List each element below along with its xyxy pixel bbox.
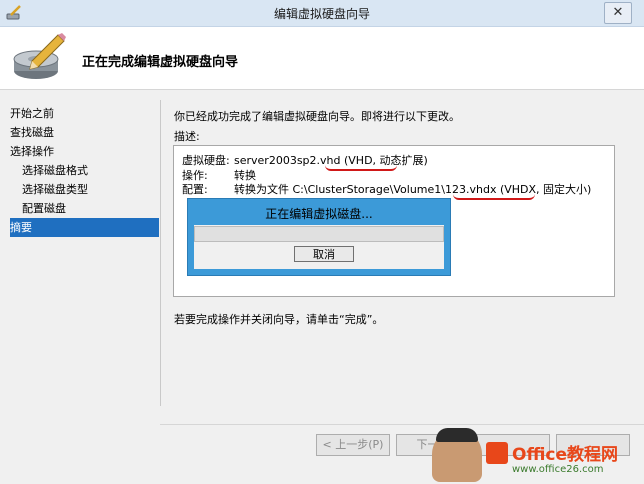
watermark-title: Office教程网 [512,445,619,465]
nav-item-choose-format[interactable]: 选择磁盘格式 [10,161,159,180]
nav-item-configure-disk[interactable]: 配置磁盘 [10,199,159,218]
summary-key: 配置: [182,183,208,196]
office-logo-icon [486,442,508,464]
nav-item-choose-action[interactable]: 选择操作 [10,142,159,161]
progress-dialog-body: 取消 [194,225,444,269]
progress-cancel-button[interactable]: 取消 [294,246,354,262]
watermark-avatar-hair [436,428,478,442]
wizard-header: 正在完成编辑虚拟硬盘向导 [0,27,644,90]
progress-dialog: 正在编辑虚拟磁盘... 取消 [187,198,451,276]
summary-key: 虚拟硬盘: [182,154,230,167]
nav-item-summary[interactable]: 摘要 [10,218,159,237]
watermark-url: www.office26.com [512,464,604,475]
red-annotation-underline [325,165,397,171]
page-title: 正在完成编辑虚拟硬盘向导 [82,55,239,70]
description-label: 描述: [174,130,200,143]
close-button[interactable]: ✕ [604,2,632,24]
nav-item-choose-type[interactable]: 选择磁盘类型 [10,180,159,199]
nav-item-locate-disk[interactable]: 查找磁盘 [10,123,159,142]
red-annotation-underline [453,194,535,200]
progress-dialog-title: 正在编辑虚拟磁盘... [265,207,373,221]
window-title: 编辑虚拟硬盘向导 [273,7,370,21]
wizard-window: 编辑虚拟硬盘向导 ✕ 正在完成编辑虚拟硬盘向导 开始之前 查找磁盘 选择操作 选… [0,0,644,484]
nav-item-before-you-begin[interactable]: 开始之前 [10,104,159,123]
footer-divider [160,424,644,425]
wizard-steps-nav: 开始之前 查找磁盘 选择操作 选择磁盘格式 选择磁盘类型 配置磁盘 摘要 [10,104,159,237]
disk-wizard-icon [13,33,66,79]
nav-divider [160,100,161,406]
progress-bar [194,226,444,242]
summary-value: 转换为文件 C:\ClusterStorage\Volume1\123.vhdx… [234,183,592,196]
finish-note: 若要完成操作并关闭向导，请单击“完成”。 [174,313,384,326]
previous-button[interactable]: < 上一步(P) [316,434,390,456]
title-bar: 编辑虚拟硬盘向导 ✕ [0,0,644,27]
watermark-logo: Office教程网 www.office26.com [486,440,636,480]
intro-text: 你已经成功完成了编辑虚拟硬盘向导。即将进行以下更改。 [174,110,460,123]
